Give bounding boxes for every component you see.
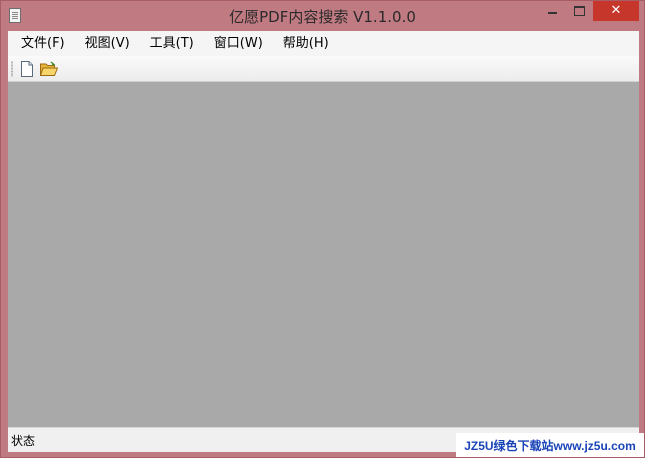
workspace-area[interactable] — [8, 82, 639, 426]
menu-window[interactable]: 窗口(W) — [204, 31, 273, 56]
menu-file[interactable]: 文件(F) — [8, 31, 75, 56]
maximize-button[interactable] — [566, 1, 593, 21]
new-file-icon — [21, 61, 33, 77]
open-folder-icon — [40, 61, 58, 76]
toolbar-grip[interactable] — [11, 61, 13, 77]
watermark-label: JZ5U绿色下载站www.jz5u.com — [456, 433, 644, 457]
open-folder-button[interactable] — [39, 59, 59, 79]
client-area: 文件(F) 视图(V) 工具(T) 窗口(W) 帮助(H) 状态 — [8, 31, 639, 452]
minimize-icon — [547, 12, 557, 14]
menu-help[interactable]: 帮助(H) — [273, 31, 339, 56]
status-text: 状态 — [11, 434, 36, 448]
new-file-button[interactable] — [17, 59, 37, 79]
close-icon: ✕ — [610, 3, 622, 18]
menu-tools[interactable]: 工具(T) — [140, 31, 204, 56]
menu-view[interactable]: 视图(V) — [75, 31, 140, 56]
menu-bar: 文件(F) 视图(V) 工具(T) 窗口(W) 帮助(H) — [8, 31, 639, 56]
close-button[interactable]: ✕ — [593, 1, 639, 21]
title-bar[interactable]: 亿愿PDF内容搜索 V1.1.0.0 ✕ — [1, 1, 644, 31]
maximize-icon — [574, 6, 585, 16]
minimize-button[interactable] — [538, 1, 566, 21]
toolbar — [8, 56, 639, 82]
application-window: 亿愿PDF内容搜索 V1.1.0.0 ✕ 文件(F) 视图(V) 工具(T) 窗… — [0, 0, 645, 458]
